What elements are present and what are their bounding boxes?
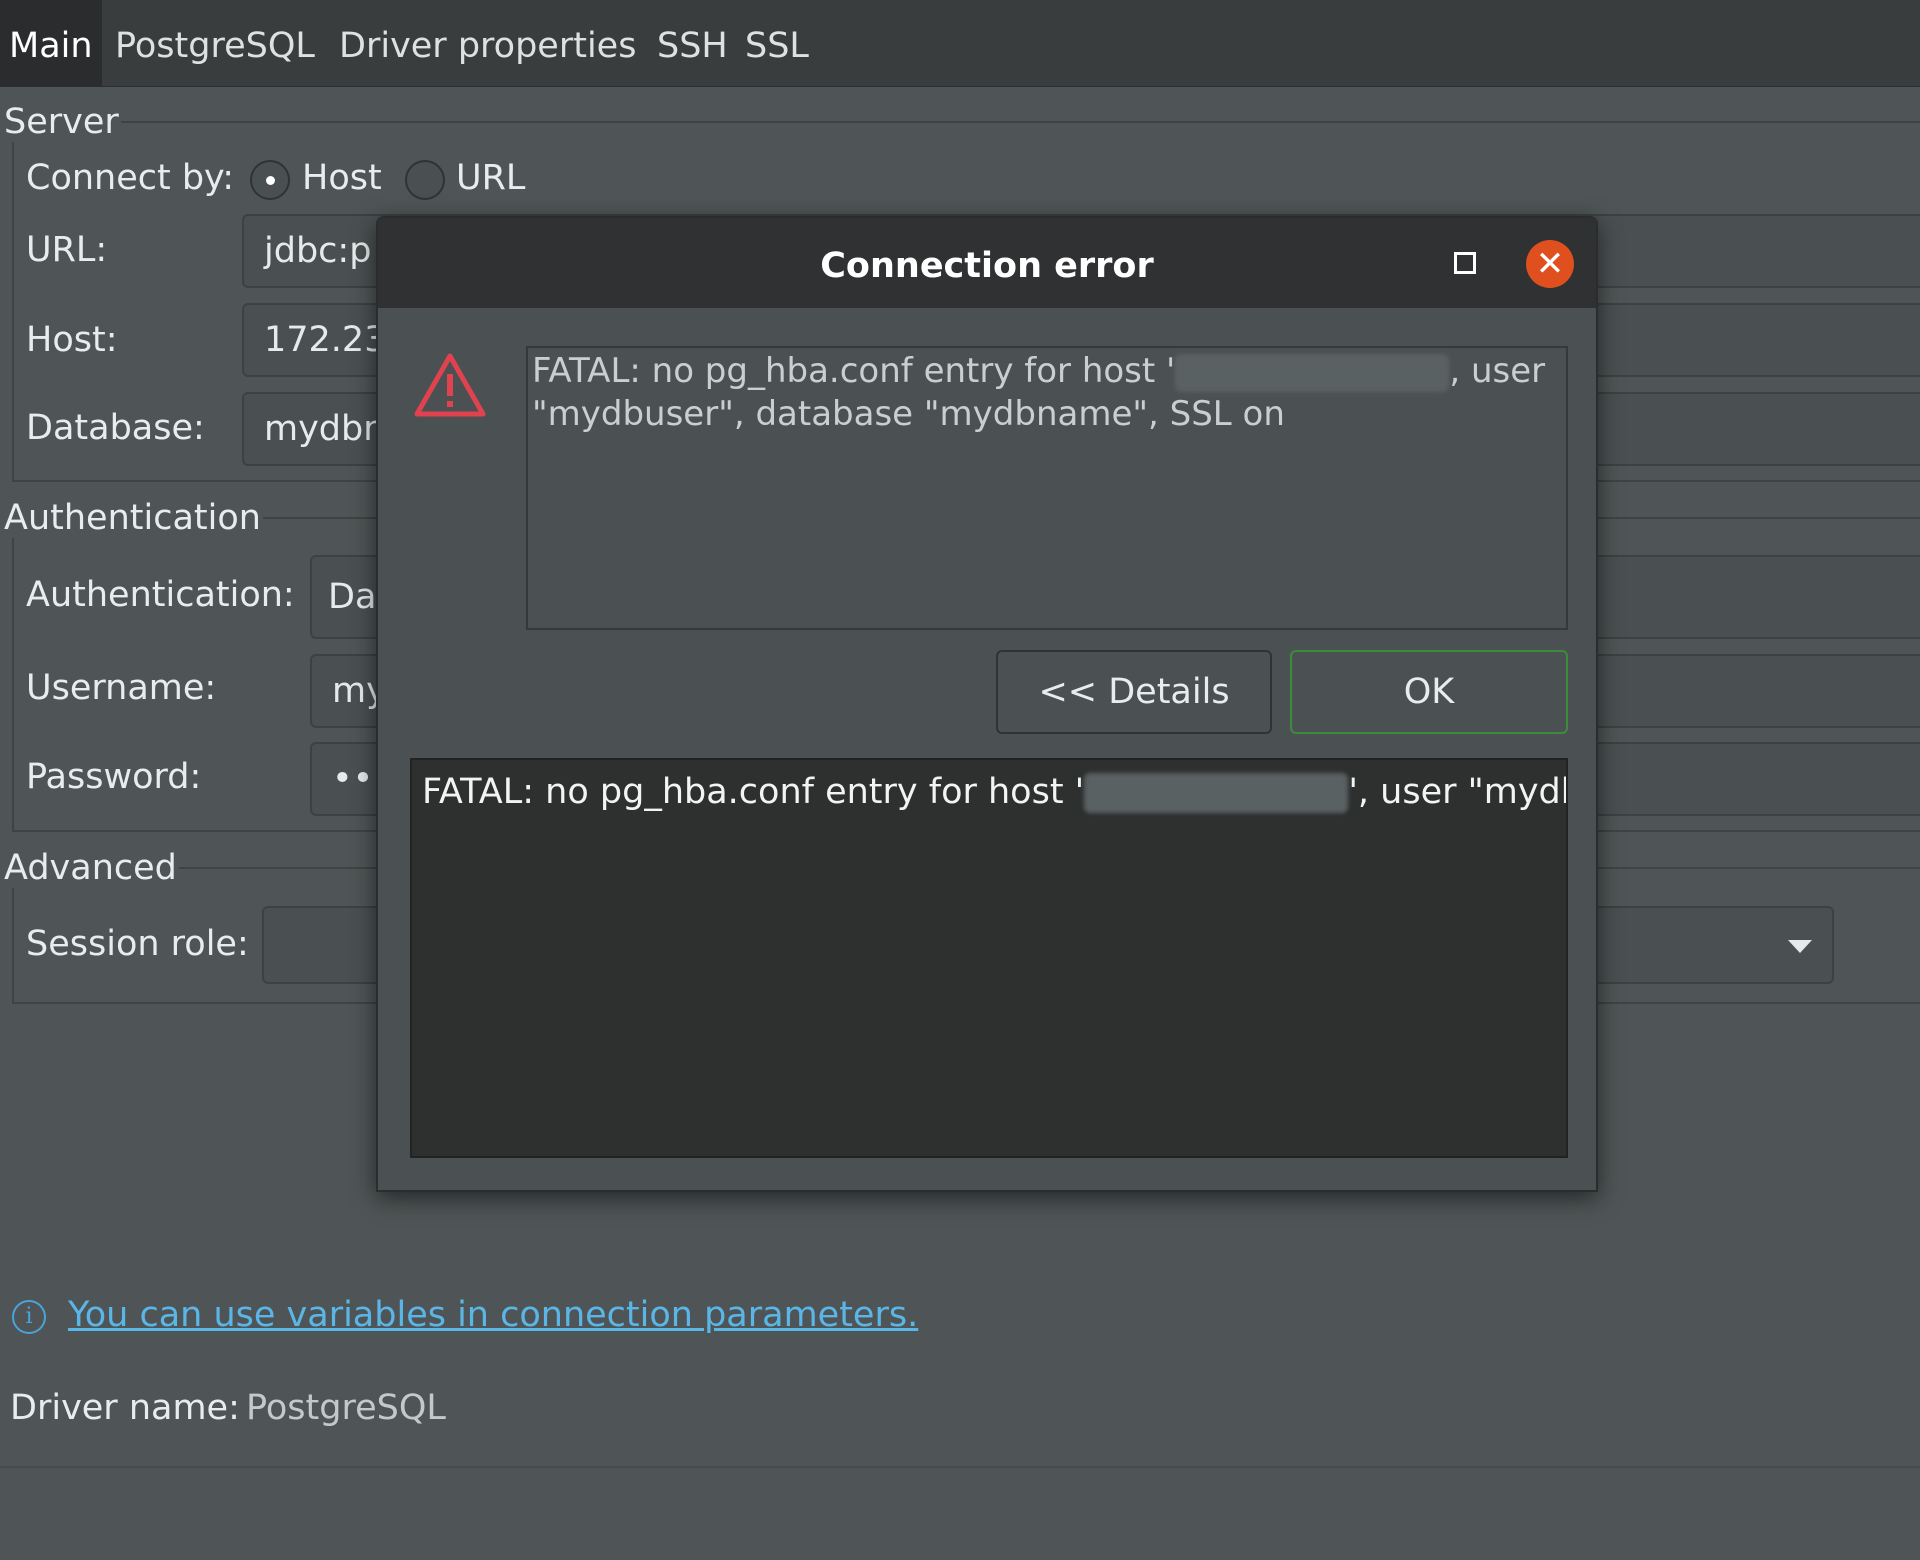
dialog-title: Connection error xyxy=(820,246,1154,286)
warning-triangle-icon xyxy=(414,353,486,417)
username-label: Username: xyxy=(26,668,217,708)
ok-button[interactable]: OK xyxy=(1290,650,1568,734)
connect-by-label: Connect by: xyxy=(26,158,235,198)
authentication-legend: Authentication xyxy=(4,498,261,538)
error-message-text: FATAL: no pg_hba.conf entry for host ', … xyxy=(526,346,1568,630)
variables-help-link[interactable]: You can use variables in connection para… xyxy=(68,1295,918,1335)
redacted-host-details xyxy=(1084,773,1349,813)
driver-name-label: Driver name: xyxy=(10,1388,240,1428)
connection-error-dialog: Connection error ✕ FATAL: no pg_hba.conf… xyxy=(376,216,1598,1192)
session-role-label: Session role: xyxy=(26,924,249,964)
chevron-down-icon[interactable] xyxy=(1788,940,1812,953)
password-label: Password: xyxy=(26,757,202,797)
error-details-part2: ', user "mydbu xyxy=(1348,772,1566,812)
tab-main[interactable]: Main xyxy=(0,0,102,86)
tab-postgresql[interactable]: PostgreSQL xyxy=(106,0,324,86)
authentication-label: Authentication: xyxy=(26,575,295,615)
error-message-part1: FATAL: no pg_hba.conf entry for host ' xyxy=(532,351,1176,391)
bottom-divider xyxy=(0,1466,1920,1468)
database-label: Database: xyxy=(26,408,205,448)
maximize-icon[interactable] xyxy=(1454,252,1476,274)
error-details-part1: FATAL: no pg_hba.conf entry for host ' xyxy=(422,772,1085,812)
advanced-legend: Advanced xyxy=(4,848,177,888)
host-label: Host: xyxy=(26,320,118,360)
details-button[interactable]: << Details xyxy=(996,650,1272,734)
info-icon: i xyxy=(12,1300,46,1334)
redacted-host xyxy=(1175,353,1450,392)
connect-by-host-radio[interactable] xyxy=(250,160,290,200)
tab-ssl[interactable]: SSL xyxy=(736,0,818,86)
error-details-text[interactable]: FATAL: no pg_hba.conf entry for host ' ',… xyxy=(410,758,1568,1158)
driver-name-value: PostgreSQL xyxy=(246,1388,446,1428)
tab-ssh[interactable]: SSH xyxy=(648,0,737,86)
tab-bar: Main PostgreSQL Driver properties SSH SS… xyxy=(0,0,1920,87)
connect-by-host-label[interactable]: Host xyxy=(302,158,382,198)
server-legend: Server xyxy=(4,102,119,142)
tab-driver-properties[interactable]: Driver properties xyxy=(330,0,645,86)
connect-by-url-label[interactable]: URL xyxy=(456,158,525,198)
connect-by-url-radio[interactable] xyxy=(405,160,445,200)
close-icon[interactable]: ✕ xyxy=(1526,240,1574,288)
url-label: URL: xyxy=(26,230,108,270)
